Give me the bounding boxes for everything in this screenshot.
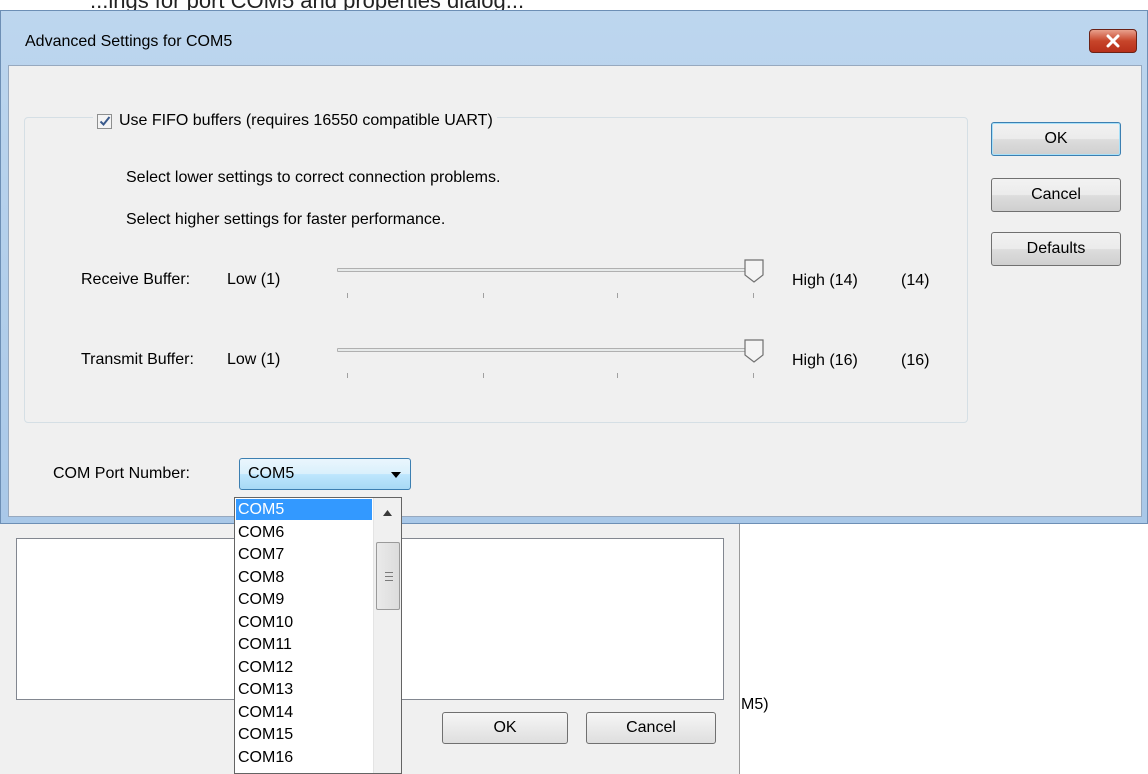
scrollbar-thumb[interactable] [376, 542, 400, 610]
receive-tick [483, 293, 484, 298]
receive-buffer-slider[interactable] [337, 268, 761, 272]
ok-button[interactable]: OK [991, 122, 1121, 156]
com-port-option[interactable]: COM5 [236, 499, 372, 520]
background-cancel-button[interactable]: Cancel [586, 712, 716, 744]
receive-tick [617, 293, 618, 298]
info-line-higher: Select higher settings for faster perfor… [126, 211, 446, 228]
com-port-selected-value: COM5 [248, 465, 295, 482]
cancel-button[interactable]: Cancel [991, 178, 1121, 212]
receive-value-label: (14) [901, 272, 930, 289]
receive-buffer-label: Receive Buffer: [81, 271, 191, 288]
fifo-checkbox-row[interactable]: Use FIFO buffers (requires 16550 compati… [93, 110, 497, 132]
close-x-icon [1106, 34, 1120, 48]
transmit-tick [617, 373, 618, 378]
grip-line [385, 572, 393, 573]
com-port-option[interactable]: COM6 [236, 522, 372, 543]
com-port-option[interactable]: COM12 [236, 657, 372, 678]
com-port-option[interactable]: COM8 [236, 567, 372, 588]
grip-line [385, 580, 393, 581]
com-port-option[interactable]: COM9 [236, 589, 372, 610]
com-port-option[interactable]: COM11 [236, 634, 372, 655]
scroll-up-arrow-icon[interactable] [383, 510, 392, 516]
fifo-checkbox-label: Use FIFO buffers (requires 16550 compati… [119, 112, 493, 129]
transmit-tick [753, 373, 754, 378]
transmit-buffer-label: Transmit Buffer: [81, 351, 194, 368]
receive-slider-thumb[interactable] [744, 259, 764, 283]
checkmark-icon [99, 116, 110, 126]
transmit-low-label: Low (1) [227, 351, 281, 368]
chevron-down-icon [391, 472, 401, 478]
com-port-label: COM Port Number: [53, 465, 190, 482]
dropdown-scrollbar[interactable] [373, 498, 401, 773]
com-port-options-list[interactable]: COM5 COM6 COM7 COM8 COM9 COM10 COM11 COM12 COM13… [234, 497, 402, 774]
transmit-slider-thumb[interactable] [744, 339, 764, 363]
com-port-option[interactable]: COM15 [236, 724, 372, 745]
defaults-button[interactable]: Defaults [991, 232, 1121, 266]
com-port-option[interactable]: COM10 [236, 612, 372, 633]
transmit-buffer-slider[interactable] [337, 348, 761, 352]
com-port-option[interactable]: COM14 [236, 702, 372, 723]
receive-low-label: Low (1) [227, 271, 281, 288]
close-button[interactable] [1089, 29, 1137, 53]
com-port-option[interactable]: COM7 [236, 544, 372, 565]
receive-tick [347, 293, 348, 298]
receive-tick [753, 293, 754, 298]
transmit-tick [483, 373, 484, 378]
fifo-checkbox[interactable] [97, 113, 112, 129]
background-text-fragment: M5) [741, 696, 769, 713]
com-port-option[interactable]: COM16 [236, 747, 372, 768]
com-port-dropdown[interactable]: COM5 [239, 458, 411, 490]
advanced-settings-dialog: Advanced Settings for COM5 Use FIFO buff… [0, 10, 1148, 524]
dialog-client-area: Use FIFO buffers (requires 16550 compati… [8, 65, 1142, 517]
receive-high-label: High (14) [792, 272, 858, 289]
title-bar[interactable]: Advanced Settings for COM5 [1, 11, 1147, 65]
dialog-title: Advanced Settings for COM5 [25, 33, 233, 50]
transmit-value-label: (16) [901, 352, 930, 369]
grip-line [385, 576, 393, 577]
background-ok-button[interactable]: OK [442, 712, 568, 744]
transmit-tick [347, 373, 348, 378]
info-line-lower: Select lower settings to correct connect… [126, 169, 501, 186]
transmit-high-label: High (16) [792, 352, 858, 369]
com-port-option[interactable]: COM13 [236, 679, 372, 700]
